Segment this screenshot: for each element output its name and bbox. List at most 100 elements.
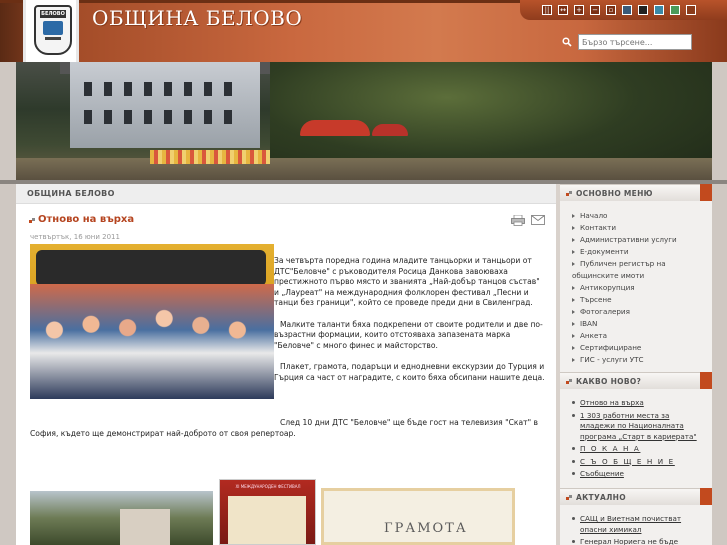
menu-item-label: Антикорупция bbox=[580, 283, 635, 292]
menu-item-label: общинските имоти bbox=[572, 271, 645, 280]
menu-item-label: ГИС - услуги УТС bbox=[580, 355, 644, 364]
quick-search-input[interactable] bbox=[578, 34, 692, 50]
banner-flowerbed bbox=[150, 150, 270, 164]
arrow-right-icon bbox=[572, 322, 575, 326]
menu-item-public-register-cont[interactable]: общинските имоти bbox=[560, 270, 712, 282]
arrow-right-icon bbox=[572, 226, 575, 230]
email-icon[interactable] bbox=[531, 215, 545, 225]
bullet-dot-icon bbox=[572, 401, 575, 404]
menu-item-anticorruption[interactable]: Антикорупция bbox=[560, 282, 712, 294]
article-date: четвъртък, 16 юни 2011 bbox=[30, 233, 120, 241]
menu-item-iban[interactable]: IBAN bbox=[560, 318, 712, 330]
menu-item-home[interactable]: Начало bbox=[560, 210, 712, 222]
menu-item-poll[interactable]: Анкета bbox=[560, 330, 712, 342]
layout-wide-icon[interactable]: ↔ bbox=[558, 5, 568, 15]
bullet-dot-icon bbox=[572, 413, 575, 417]
menu-item-search[interactable]: Търсене bbox=[560, 294, 712, 306]
page-left-margin bbox=[0, 184, 16, 545]
banner-umbrella bbox=[300, 120, 370, 136]
site-title: ОБЩИНА БЕЛОВО bbox=[92, 6, 303, 30]
menu-item-label: Анкета bbox=[580, 331, 607, 340]
news-link-label: С Ъ О Б Щ Е Н И Е bbox=[580, 456, 675, 466]
arrow-right-icon bbox=[572, 334, 575, 338]
article-paragraph-last: След 10 дни ДТС "Беловче" ще бъде гост н… bbox=[30, 418, 538, 438]
main-menu: Начало Контакти Административни услуги Е… bbox=[560, 210, 712, 366]
photo-thumbnail-certificate[interactable]: ГРАМОТА bbox=[321, 488, 515, 545]
header-accent-tab bbox=[700, 184, 712, 201]
menu-item-admin-services[interactable]: Административни услуги bbox=[560, 234, 712, 246]
news-link-label: Отново на върха bbox=[580, 398, 644, 407]
main-menu-header: ОСНОВНО МЕНЮ bbox=[560, 184, 712, 201]
article-paragraph: Малките таланти бяха подкрепени от своит… bbox=[274, 319, 543, 350]
bullet-dot-icon bbox=[572, 472, 575, 475]
header-accent-tab bbox=[700, 372, 712, 389]
theme-brown-swatch[interactable] bbox=[686, 5, 696, 15]
menu-item-label: Публичен регистър на bbox=[580, 259, 666, 268]
theme-black-swatch[interactable] bbox=[638, 5, 648, 15]
bus-windows bbox=[36, 250, 266, 286]
bullet-dot-icon bbox=[572, 540, 575, 543]
municipality-logo[interactable]: БЕЛОВО bbox=[23, 0, 79, 62]
theme-teal-swatch[interactable] bbox=[654, 5, 664, 15]
arrow-right-icon bbox=[572, 214, 575, 218]
accessibility-toolbar: || ↔ + − ▫ bbox=[520, 0, 727, 20]
menu-item-contacts[interactable]: Контакти bbox=[560, 222, 712, 234]
main-content: ОБЩИНА БЕЛОВО Отново на върха четвъртък,… bbox=[16, 184, 556, 545]
menu-item-photo-gallery[interactable]: Фотогалерия bbox=[560, 306, 712, 318]
menu-item-e-documents[interactable]: Е-документи bbox=[560, 246, 712, 258]
banner-umbrella-small bbox=[372, 124, 408, 136]
news-link-label: Генерал Нориега не бъде bbox=[580, 537, 679, 545]
news-link-label: Съобщение bbox=[580, 469, 624, 478]
news-link[interactable]: Отново на върха bbox=[560, 398, 712, 409]
current-news-title: АКТУАЛНО bbox=[576, 493, 626, 502]
font-increase-icon[interactable]: + bbox=[574, 5, 584, 15]
theme-green-swatch[interactable] bbox=[670, 5, 680, 15]
certificate-title: ГРАМОТА bbox=[384, 521, 468, 536]
banner-left-margin bbox=[0, 62, 16, 180]
article-paragraph: Плакет, грамота, подаръци и еднодневни е… bbox=[274, 361, 545, 382]
dancers-group bbox=[30, 284, 274, 399]
news-link[interactable]: 1 303 работни места за младежи по Национ… bbox=[560, 411, 712, 443]
bullet-dot-icon bbox=[572, 447, 575, 450]
page-right-margin bbox=[712, 184, 727, 545]
coat-of-arms-icon: БЕЛОВО bbox=[34, 5, 72, 55]
news-link[interactable]: Генерал Нориега не бъде bbox=[560, 537, 712, 545]
crest-shield bbox=[43, 21, 63, 35]
current-news-list: САЩ и Виетнам почистват опасни химикал Г… bbox=[560, 514, 712, 545]
article-paragraph: За четвърта поредна година младите танць… bbox=[274, 256, 540, 308]
font-decrease-icon[interactable]: − bbox=[590, 5, 600, 15]
news-link[interactable]: П О К А Н А bbox=[560, 444, 712, 455]
news-link[interactable]: САЩ и Виетнам почистват опасни химикал bbox=[560, 514, 712, 535]
arrow-right-icon bbox=[572, 250, 575, 254]
current-news-header: АКТУАЛНО bbox=[560, 488, 712, 505]
menu-item-label: Фотогалерия bbox=[580, 307, 630, 316]
photo-thumbnail-town[interactable] bbox=[30, 491, 213, 545]
section-bullet-icon bbox=[566, 191, 572, 196]
menu-item-label: IBAN bbox=[580, 319, 598, 328]
banner-ground bbox=[16, 158, 712, 180]
article-title[interactable]: Отново на върха bbox=[38, 214, 134, 225]
breadcrumb-label[interactable]: ОБЩИНА БЕЛОВО bbox=[27, 189, 115, 198]
menu-item-gis-services[interactable]: ГИС - услуги УТС bbox=[560, 354, 712, 366]
menu-item-certification[interactable]: Сертифициране bbox=[560, 342, 712, 354]
section-bullet-icon bbox=[566, 495, 572, 500]
menu-item-public-register[interactable]: Публичен регистър на bbox=[560, 258, 712, 270]
search-icon[interactable] bbox=[562, 37, 572, 47]
header-accent-tab bbox=[700, 488, 712, 505]
whats-new-list: Отново на върха 1 303 работни места за м… bbox=[560, 398, 712, 482]
crest-gear bbox=[45, 37, 61, 46]
news-link[interactable]: С Ъ О Б Щ Е Н И Е bbox=[560, 457, 712, 468]
theme-blue-swatch[interactable] bbox=[622, 5, 632, 15]
arrow-right-icon bbox=[572, 262, 575, 266]
thumbnail-house bbox=[120, 509, 170, 545]
news-link[interactable]: Съобщение bbox=[560, 469, 712, 480]
article-body: За четвърта поредна година младите танць… bbox=[274, 256, 546, 394]
menu-item-label: Административни услуги bbox=[580, 235, 677, 244]
print-icon[interactable] bbox=[511, 215, 525, 226]
layout-narrow-icon[interactable]: || bbox=[542, 5, 552, 15]
arrow-right-icon bbox=[572, 298, 575, 302]
whats-new-header: КАКВО НОВО? bbox=[560, 372, 712, 389]
photo-thumbnail-festival-plaque[interactable]: XI МЕЖДУНАРОДЕН ФЕСТИВАЛ bbox=[219, 479, 316, 545]
font-reset-icon[interactable]: ▫ bbox=[606, 5, 616, 15]
arrow-right-icon bbox=[572, 346, 575, 350]
